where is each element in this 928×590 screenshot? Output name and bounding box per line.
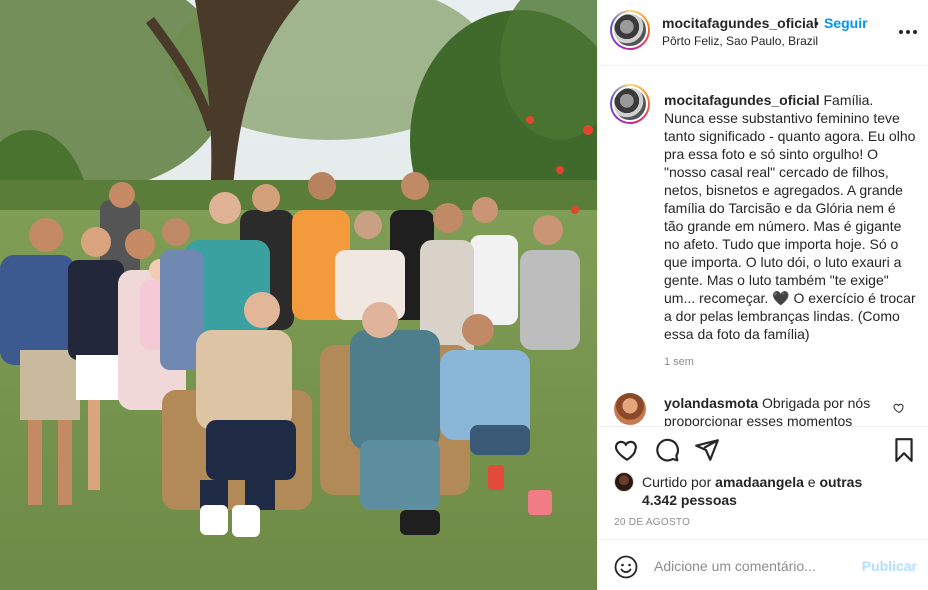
author-avatar[interactable] [610,10,650,50]
emoji-icon[interactable] [614,555,638,579]
post-photo[interactable] [0,0,597,590]
follow-button[interactable]: Seguir [824,15,868,31]
heart-icon[interactable] [614,437,640,463]
post-date[interactable]: 20 DE AGOSTO [614,517,690,528]
likes-conjunction: e [807,474,816,490]
liker-username[interactable]: amadaangela [715,474,804,490]
more-options-icon[interactable] [899,23,917,41]
comment-input[interactable] [654,556,854,576]
comments-section[interactable]: mocitafagundes_oficial Família. Nunca es… [598,66,928,426]
post-header: mocitafagundes_oficial • Seguir Pôrto Fe… [598,0,928,66]
commenter-avatar[interactable] [614,393,646,425]
caption-author-avatar[interactable] [610,84,650,124]
share-icon[interactable] [694,437,720,463]
publish-button[interactable]: Publicar [862,558,917,574]
post-side-panel: mocitafagundes_oficial • Seguir Pôrto Fe… [597,0,928,590]
family-photo-image [0,0,597,590]
comment-username[interactable]: yolandasmota [664,395,758,411]
comment-item: yolandasmota Obrigada por nós proporcion… [664,394,888,426]
likes-prefix: Curtido por [642,474,712,490]
caption-body: Família. Nunca esse substantivo feminino… [664,92,916,342]
caption-text: mocitafagundes_oficial Família. Nunca es… [664,91,916,343]
liker-avatar[interactable] [614,472,634,492]
add-comment-bar: Publicar [598,539,928,590]
author-username[interactable]: mocitafagundes_oficial [662,15,818,31]
caption-time: 1 sem [664,356,694,368]
comment-icon[interactable] [654,437,680,463]
post-location[interactable]: Pôrto Feliz, Sao Paulo, Brazil [662,34,818,48]
separator-dot: • [814,15,819,31]
likes-text: Curtido por amadaangela e outras 4.342 p… [642,473,882,509]
action-bar [598,426,928,466]
caption-username[interactable]: mocitafagundes_oficial [664,92,820,108]
comment-like-heart-icon[interactable] [893,402,905,414]
bookmark-icon[interactable] [891,437,917,463]
